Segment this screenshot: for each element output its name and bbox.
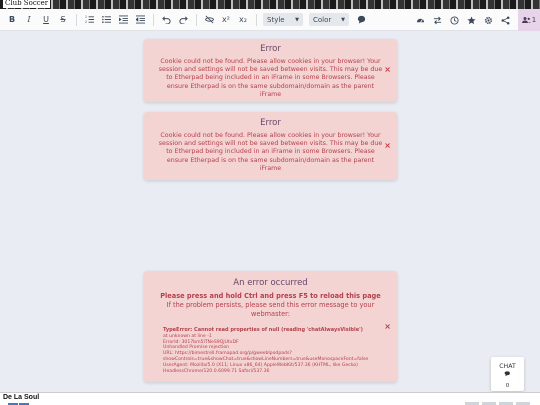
error-title: An error occurred: [233, 278, 308, 288]
indent-button[interactable]: [117, 13, 129, 27]
star-button[interactable]: [465, 13, 477, 27]
toolbar-divider: [256, 13, 257, 26]
error-title: Error: [260, 44, 281, 54]
trace-line: UserAgent: Mozilla/5.0 (X11; Linux x86_6…: [163, 362, 358, 374]
color-select[interactable]: Color ▼: [309, 13, 349, 26]
chat-unread-count: 0: [505, 383, 510, 389]
users-icon: [521, 17, 531, 23]
error-trace: TypeError: Cannot read properties of nul…: [156, 327, 385, 374]
bullet-list-icon: [101, 15, 111, 24]
app-error-box: An error occurred Please press and hold …: [144, 271, 397, 382]
toolbar-divider: [196, 13, 197, 26]
timeslider-button[interactable]: [448, 13, 460, 27]
ordered-list-button[interactable]: 12: [83, 13, 95, 27]
import-export-button[interactable]: [431, 13, 443, 27]
error-message: Cookie could not be found. Please allow …: [158, 58, 383, 98]
style-select[interactable]: Style ▼: [263, 13, 303, 26]
editor-toolbar: B I U S 12 x² x₂ Style ▼ Color ▼ 1: [0, 9, 540, 31]
strikethrough-button[interactable]: S: [57, 13, 69, 27]
superscript-button[interactable]: x²: [220, 13, 232, 27]
trace-line: URL: https://bimestrell.framapad.org/p/g…: [163, 351, 369, 362]
footer-label: De La Soul: [3, 394, 40, 401]
close-icon[interactable]: ×: [384, 322, 391, 331]
style-select-value: Style: [267, 15, 285, 24]
chevron-down-icon: ▼: [295, 16, 299, 23]
users-button[interactable]: 1: [518, 9, 540, 31]
toolbar-divider: [153, 13, 154, 26]
underline-button[interactable]: U: [40, 13, 52, 27]
bold-button[interactable]: B: [6, 13, 18, 27]
svg-text:2: 2: [85, 20, 87, 24]
comment-button[interactable]: [355, 13, 367, 27]
trace-line: TypeError: Cannot read properties of nul…: [163, 327, 363, 333]
chat-label: CHAT: [499, 363, 516, 370]
redo-button[interactable]: [177, 13, 189, 27]
users-count: 1: [531, 16, 537, 24]
clock-icon: [449, 15, 459, 25]
report-instruction: If the problem persists, please send thi…: [166, 301, 375, 318]
swap-arrows-icon: [433, 16, 441, 24]
chat-button[interactable]: CHAT 0: [491, 357, 524, 391]
subscript-button[interactable]: x₂: [237, 13, 249, 27]
error-title: Error: [260, 118, 281, 128]
color-select-value: Color: [313, 15, 332, 24]
gear-icon: [484, 16, 492, 24]
toolbar-right-group: [414, 9, 516, 31]
undo-button[interactable]: [160, 13, 172, 27]
window-tab-title: Club Soccer: [3, 0, 51, 8]
star-icon: [466, 15, 476, 24]
chevron-down-icon: ▼: [341, 16, 345, 23]
toolbar-divider: [76, 13, 77, 26]
close-icon[interactable]: ×: [384, 141, 391, 150]
chat-bubbles-icon: [491, 371, 524, 379]
error-message: Cookie could not be found. Please allow …: [158, 132, 383, 172]
indent-icon: [118, 15, 128, 24]
bottom-bar: De La Soul: [0, 392, 540, 405]
comment-icon: [357, 15, 365, 24]
eye-slash-icon: [204, 15, 214, 24]
reload-instruction: Please press and hold Ctrl and press F5 …: [160, 292, 381, 300]
clear-authorship-button[interactable]: [203, 13, 215, 27]
dashboard-icon: [416, 18, 424, 23]
dashboard-button[interactable]: [414, 13, 426, 27]
outdent-icon: [135, 15, 145, 24]
close-icon[interactable]: ×: [384, 65, 391, 74]
ordered-list-icon: 12: [85, 15, 94, 24]
undo-icon: [161, 16, 171, 24]
svg-text:1: 1: [85, 15, 87, 19]
cookie-error-box: Error Cookie could not be found. Please …: [144, 112, 397, 180]
share-button[interactable]: [499, 13, 511, 27]
italic-button[interactable]: I: [23, 13, 35, 27]
window-title-strip: Club Soccer: [0, 0, 540, 9]
cookie-error-box: Error Cookie could not be found. Please …: [144, 39, 397, 102]
unordered-list-button[interactable]: [100, 13, 112, 27]
redo-icon: [178, 16, 188, 24]
outdent-button[interactable]: [134, 13, 146, 27]
settings-button[interactable]: [482, 13, 494, 27]
share-icon: [501, 16, 509, 24]
